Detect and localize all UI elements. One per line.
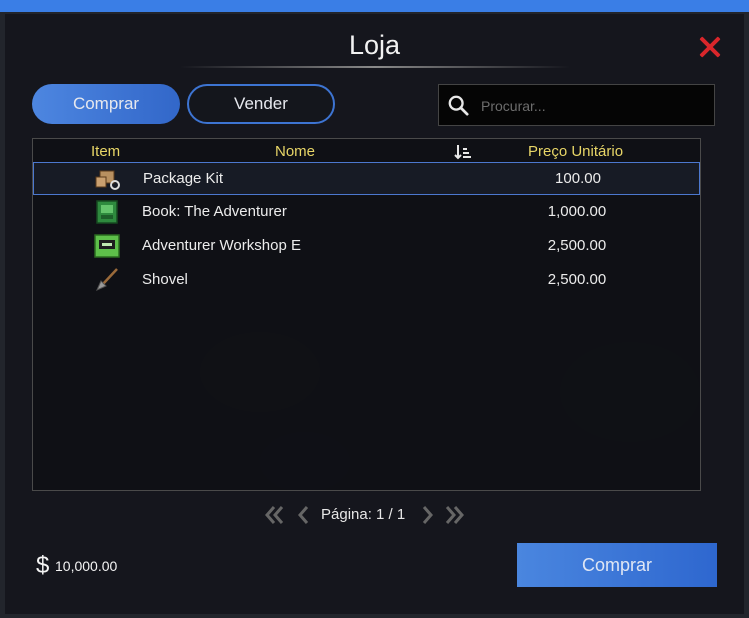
item-price: 100.00 [555,170,601,187]
package-kit-icon [95,170,120,190]
item-name: Adventurer Workshop E [142,237,301,254]
last-page-icon[interactable] [444,504,466,526]
previous-page-icon[interactable] [293,504,315,526]
tab-sell[interactable]: Vender [187,84,335,124]
item-price: 2,500.00 [547,237,607,254]
table-row[interactable]: Shovel 2,500.00 [33,264,700,297]
header-name: Nome [275,143,316,160]
search-box[interactable] [438,84,715,127]
next-page-icon[interactable] [416,504,438,526]
workshop-icon [94,234,120,258]
item-table: Item Nome Preço Unitário Package Kit 100… [32,138,701,491]
item-price: 1,000.00 [547,203,607,220]
search-icon [448,95,469,116]
first-page-icon[interactable] [263,504,285,526]
shop-window: Loja Comprar Vender Item Nome Preço Unit… [5,14,744,614]
item-name: Package Kit [143,170,224,187]
dollar-icon: $ [36,552,50,579]
page-indicator: Página: 1 / 1 [321,506,406,523]
item-name: Book: The Adventurer [142,203,287,220]
table-row[interactable]: Adventurer Workshop E 2,500.00 [33,230,700,263]
shovel-icon [96,268,118,291]
title-divider [180,66,570,68]
book-icon [96,200,118,224]
item-name: Shovel [142,271,188,288]
window-title: Loja [348,30,401,60]
tab-buy[interactable]: Comprar [32,84,180,124]
header-price: Preço Unitário [528,143,624,160]
close-icon[interactable] [697,34,723,60]
table-row[interactable]: Package Kit 100.00 [33,162,700,195]
header-item: Item [91,143,121,160]
item-price: 2,500.00 [547,271,607,288]
sort-icon[interactable] [454,144,472,160]
table-row[interactable]: Book: The Adventurer 1,000.00 [33,196,700,229]
buy-button[interactable]: Comprar [517,543,717,587]
search-input[interactable] [479,85,708,127]
pagination: Página: 1 / 1 [5,504,744,526]
balance-amount: 10,000.00 [55,558,118,574]
top-accent-bar [0,0,749,12]
